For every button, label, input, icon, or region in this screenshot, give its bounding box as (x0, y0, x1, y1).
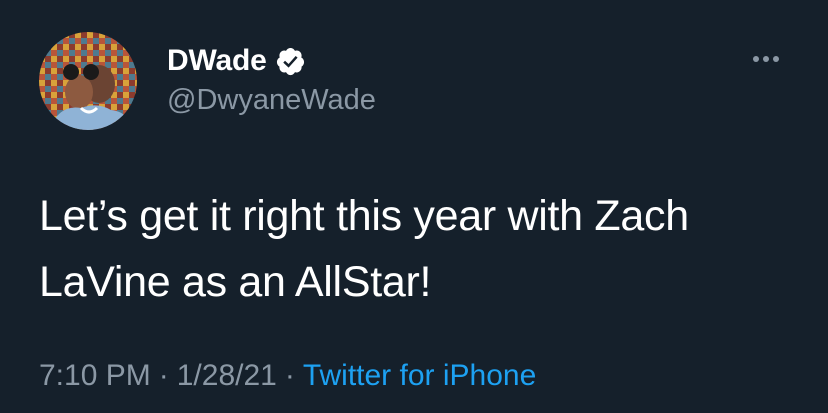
tweet-date[interactable]: 1/28/21 (177, 359, 277, 392)
ellipsis-icon[interactable] (748, 49, 784, 69)
tweet-meta: 7:10 PM · 1/28/21 · Twitter for iPhone (39, 356, 536, 396)
meta-separator: · (284, 359, 295, 392)
display-name-row[interactable]: DWade (167, 42, 306, 80)
tweet-text: Let’s get it right this year with Zach L… (39, 183, 799, 315)
user-handle[interactable]: @DwyaneWade (167, 82, 376, 118)
tweet-card: DWade @DwyaneWade Let’s get it right thi… (0, 0, 828, 413)
display-name[interactable]: DWade (167, 42, 267, 80)
verified-badge-icon (275, 46, 306, 77)
tweet-text-line: LaVine as an AllStar! (39, 258, 432, 306)
meta-separator: · (158, 359, 169, 392)
tweet-text-line: Let’s get it right this year with Zach (39, 192, 689, 240)
avatar[interactable] (39, 32, 137, 130)
tweet-time[interactable]: 7:10 PM (39, 359, 151, 392)
tweet-source-link[interactable]: Twitter for iPhone (303, 359, 536, 392)
profile-photo (39, 32, 137, 130)
